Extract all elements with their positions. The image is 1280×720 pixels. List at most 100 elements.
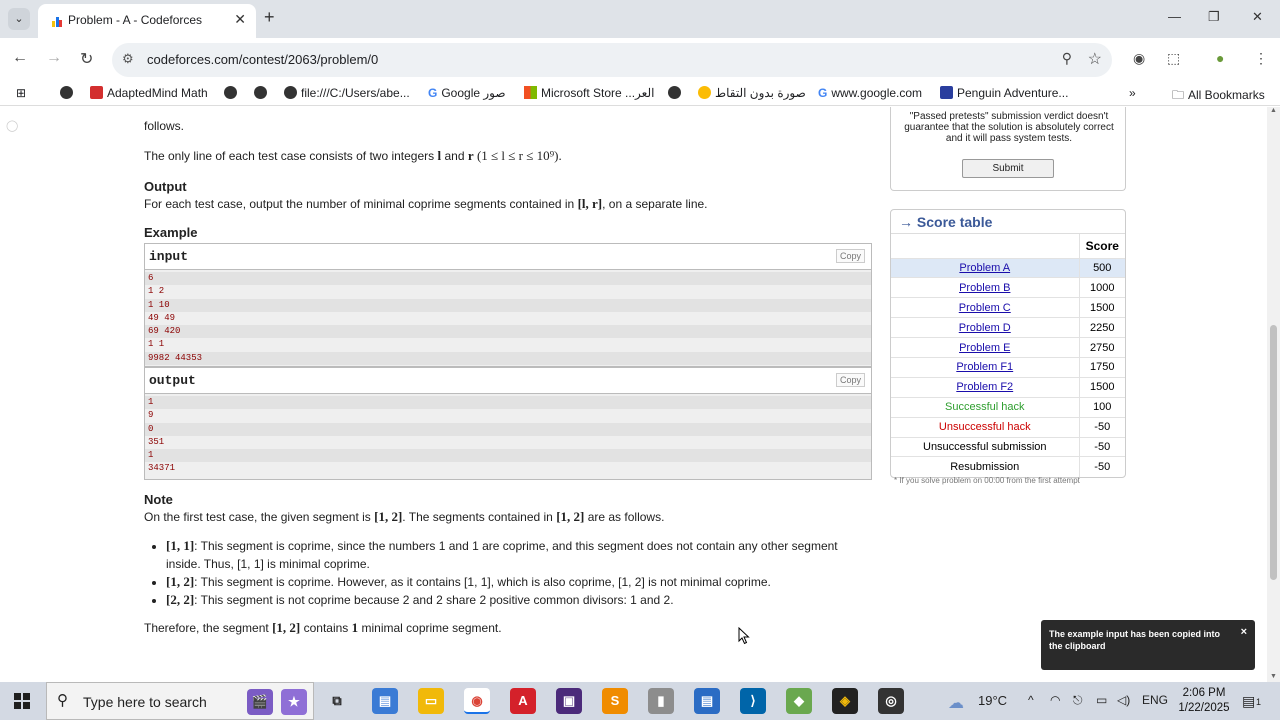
obs-icon[interactable]: ◎ xyxy=(878,688,904,714)
sample-line: 9982 44353 xyxy=(145,351,871,366)
score-table-box: → Score table Score Problem A 500 Problem … xyxy=(890,209,1126,478)
problem-link[interactable]: Problem F1 xyxy=(956,361,1013,373)
bookmark-globe-icon[interactable] xyxy=(668,86,685,100)
bookmark-star-icon[interactable]: ☆ xyxy=(1088,49,1102,69)
problem-link[interactable]: Problem C xyxy=(959,302,1011,314)
problem-link[interactable]: Problem A xyxy=(959,262,1010,274)
score-header: Score xyxy=(1078,234,1125,258)
row-score: 500 xyxy=(1078,257,1125,278)
weather-icon[interactable]: ☁ xyxy=(948,693,964,713)
output-spec: For each test case, output the number of… xyxy=(144,196,708,211)
reload-icon[interactable]: ↻ xyxy=(80,49,93,69)
tab-title: Problem - A - Codeforces xyxy=(68,13,203,27)
list-item: [1, 1]: This segment is coprime, since t… xyxy=(166,537,874,573)
language-indicator[interactable]: ENG xyxy=(1142,693,1168,707)
profile-extension-icon[interactable]: ◉ xyxy=(1133,50,1145,67)
restore-icon[interactable]: ❐ xyxy=(1208,9,1220,25)
acrobat-icon[interactable]: A xyxy=(510,688,536,714)
problem-link[interactable]: Problem D xyxy=(959,322,1011,334)
bookmark-google-images[interactable]: G Google صور xyxy=(428,86,506,100)
row-label: Unsuccessful submission xyxy=(891,436,1079,457)
bookmark-globe-icon[interactable] xyxy=(60,86,77,100)
page-scrollbar[interactable]: ▲ ▼ xyxy=(1267,107,1280,682)
score-label: Successful hack xyxy=(945,401,1025,414)
tray-chevron-icon[interactable]: ^ xyxy=(1028,693,1034,707)
new-tab-icon[interactable]: + xyxy=(264,7,275,28)
tab-close-icon[interactable]: ✕ xyxy=(234,11,246,28)
bookmark-file[interactable]: file:///C:/Users/abe... xyxy=(284,86,410,100)
table-row: Problem B 1000 xyxy=(891,277,1125,298)
back-icon[interactable]: ← xyxy=(12,49,28,67)
link-icon[interactable]: ⎋ xyxy=(1073,693,1083,708)
media-app-icon[interactable]: ▣ xyxy=(556,688,582,714)
output-title: Output xyxy=(144,179,187,194)
address-bar[interactable]: ⚙ codeforces.com/contest/2063/problem/0 … xyxy=(112,43,1112,77)
app-icon[interactable]: ▤ xyxy=(372,688,398,714)
notification-icon[interactable]: ▤ xyxy=(1242,693,1255,710)
file-app-icon[interactable]: ▤ xyxy=(694,688,720,714)
bookmark-adaptedmind[interactable]: AdaptedMind Math xyxy=(90,86,208,100)
problem-link[interactable]: Problem B xyxy=(959,282,1010,294)
taskbar-search[interactable]: ⚲ Type here to search 🎬 ★ xyxy=(46,682,314,720)
apps-grid-icon[interactable]: ⊞ xyxy=(16,86,26,100)
problem-link[interactable]: Problem E xyxy=(959,342,1010,354)
forward-icon[interactable]: → xyxy=(46,49,62,67)
chrome-icon[interactable]: ◉ xyxy=(464,688,490,714)
toast-text: The example input has been copied into t… xyxy=(1049,629,1221,651)
clock[interactable]: 2:06 PM 1/22/2025 xyxy=(1172,686,1236,716)
network-icon[interactable]: ◠ xyxy=(1050,693,1060,707)
color-app-icon[interactable]: ◆ xyxy=(786,688,812,714)
menu-kebab-icon[interactable]: ⋮ xyxy=(1254,50,1268,67)
bookmark-globe-icon[interactable] xyxy=(224,86,241,100)
copy-input-button[interactable]: Copy xyxy=(835,249,865,263)
toast-close-icon[interactable]: × xyxy=(1241,626,1247,638)
input-spec: The only line of each test case consists… xyxy=(144,148,562,163)
close-window-icon[interactable]: ✕ xyxy=(1252,9,1263,25)
volume-icon[interactable]: ◁) xyxy=(1117,693,1130,707)
windows-start-icon[interactable] xyxy=(14,693,30,709)
sublime-icon[interactable]: S xyxy=(602,688,628,714)
copy-output-button[interactable]: Copy xyxy=(835,373,865,387)
note-list: [1, 1]: This segment is coprime, since t… xyxy=(144,537,874,609)
row-score: 100 xyxy=(1078,396,1125,418)
usb-drive-icon[interactable]: ▮ xyxy=(648,688,674,714)
codeforces-favicon-icon xyxy=(52,17,62,27)
clapper-icon[interactable]: 🎬 xyxy=(247,689,273,715)
bookmark-google[interactable]: Gwww.google.com xyxy=(818,86,922,100)
score-table-title: → Score table xyxy=(891,210,1125,234)
all-bookmarks[interactable]: 🗀 All Bookmarks xyxy=(1172,86,1265,107)
bookmark-photos[interactable]: صورة بدون التقاط xyxy=(698,86,806,100)
gallery-icon[interactable]: ★ xyxy=(281,689,307,715)
input-lines: 61 21 10 49 49 69 420 1 1 9982 44353 xyxy=(145,270,871,366)
binance-icon[interactable]: ◈ xyxy=(832,688,858,714)
row-score: -50 xyxy=(1078,456,1125,477)
minimize-icon[interactable]: — xyxy=(1168,9,1181,24)
zoom-icon[interactable]: ⚲ xyxy=(1062,50,1072,67)
scrollbar-thumb[interactable] xyxy=(1270,325,1277,580)
bookmark-microsoft-store[interactable]: Microsoft Store ...العر xyxy=(524,86,654,100)
row-label: Successful hack xyxy=(891,396,1079,418)
sample-line: 34371 xyxy=(148,463,176,474)
sample-line: 351 xyxy=(148,436,165,447)
file-explorer-icon[interactable]: ▭ xyxy=(418,688,444,714)
row-score: 1750 xyxy=(1078,356,1125,378)
browser-tab[interactable]: Problem - A - Codeforces ✕ xyxy=(38,4,256,38)
score-label: Unsuccessful hack xyxy=(938,421,1031,434)
url-text[interactable]: codeforces.com/contest/2063/problem/0 xyxy=(147,52,378,67)
site-info-icon[interactable]: ⚙ xyxy=(122,51,134,67)
more-bookmarks-icon[interactable]: » xyxy=(1129,86,1136,100)
task-view-icon[interactable]: ⧉ xyxy=(324,688,350,714)
battery-icon[interactable]: ▭ xyxy=(1096,693,1107,707)
tab-search-icon[interactable]: ⌄ xyxy=(8,8,30,30)
table-row: Resubmission -50 xyxy=(891,456,1125,477)
bookmark-globe-icon[interactable] xyxy=(254,86,271,100)
bookmark-penguin[interactable]: Penguin Adventure... xyxy=(940,86,1068,100)
profile-avatar-icon[interactable]: ● xyxy=(1216,50,1224,66)
submit-button[interactable]: Submit xyxy=(962,159,1054,178)
row-score: 2750 xyxy=(1078,337,1125,358)
problem-link[interactable]: Problem F2 xyxy=(956,381,1013,393)
weather-temp[interactable]: 19°C xyxy=(978,693,1007,708)
browser-tab-bar: ⌄ Problem - A - Codeforces ✕ + — ❐ ✕ xyxy=(0,0,1280,38)
extensions-icon[interactable]: ⬚ xyxy=(1167,50,1180,67)
vscode-icon[interactable]: ⟩ xyxy=(740,688,766,714)
